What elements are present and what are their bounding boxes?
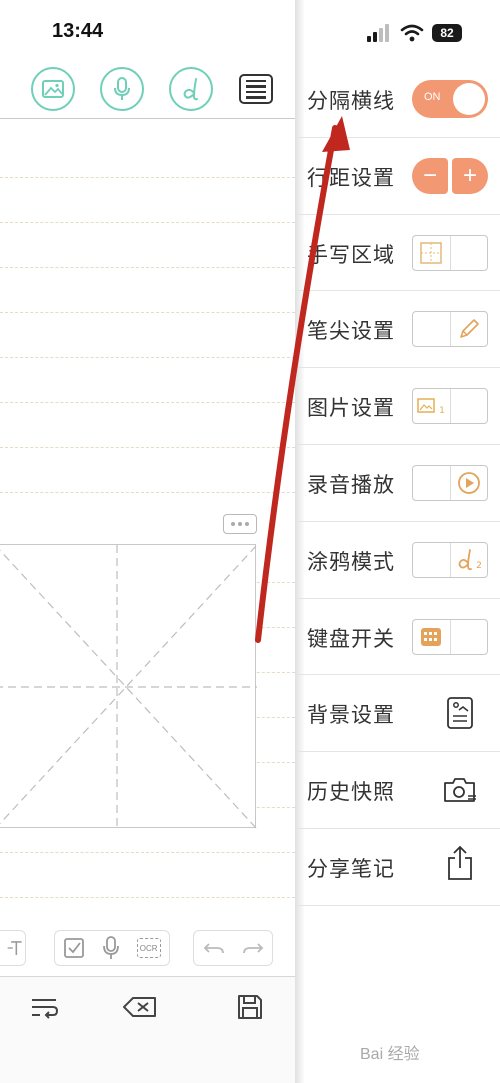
status-time: 13:44: [52, 20, 104, 42]
doodle-icon: 2: [454, 547, 484, 573]
doodle-icon: [183, 78, 198, 101]
separator-line: [0, 447, 295, 448]
image-icon: 1: [416, 393, 446, 419]
redo-icon[interactable]: [242, 939, 264, 957]
watermark: Bai 经验: [360, 1046, 420, 1063]
setting-label: 涂鸦模式: [307, 549, 395, 574]
setting-background[interactable]: 背景设置: [297, 675, 500, 753]
menu-icon: [246, 79, 266, 82]
image-settings-toggle[interactable]: 1: [412, 388, 488, 425]
note-panel: 13:44 OCR: [0, 0, 295, 1083]
undo-icon[interactable]: [203, 939, 225, 957]
line-wrap-icon: [32, 999, 59, 1019]
separator-line: [0, 402, 295, 403]
separator-line: [0, 267, 295, 268]
history-tools-group: [193, 930, 273, 966]
image-subscript: 1: [439, 406, 445, 417]
decrease-spacing-button[interactable]: −: [412, 157, 448, 194]
record-audio-button[interactable]: [100, 67, 144, 111]
keyboard-toggle[interactable]: [412, 618, 488, 655]
ellipsis-icon: [231, 522, 235, 526]
handwriting-area[interactable]: [0, 544, 258, 830]
setting-label: 分隔横线: [307, 89, 395, 113]
setting-label: 分享笔记: [307, 856, 395, 881]
toggle-state-label: ON: [424, 91, 441, 103]
pencil-icon: [454, 316, 484, 342]
setting-doodle-mode: 涂鸦模式 2: [297, 522, 500, 599]
save-icon: [238, 995, 262, 1019]
ocr-button[interactable]: OCR: [136, 938, 161, 958]
setting-image: 图片设置 1: [297, 368, 500, 445]
wifi-icon: [400, 24, 424, 42]
setting-keyboard: 键盘开关: [297, 599, 500, 676]
share-icon: [440, 843, 480, 883]
separator-line: [0, 897, 295, 898]
separator-line: [0, 222, 295, 223]
doodle-mode-toggle[interactable]: 2: [412, 541, 488, 578]
setting-label: 图片设置: [307, 396, 395, 421]
setting-label: 背景设置: [307, 703, 395, 728]
camera-icon: [440, 770, 480, 810]
backspace-button[interactable]: [122, 990, 158, 1024]
backspace-icon: [123, 997, 156, 1017]
toolbar-divider: [0, 118, 295, 119]
line-wrap-button[interactable]: [26, 990, 62, 1024]
pen-tip-toggle[interactable]: [412, 311, 488, 348]
insert-image-button[interactable]: [31, 67, 75, 111]
background-icon: [440, 693, 480, 733]
status-indicators: 82: [366, 22, 462, 44]
separator-line: [0, 492, 295, 493]
checkbox-icon[interactable]: [63, 937, 85, 959]
insert-tools-group: OCR: [54, 930, 170, 966]
settings-panel: 分隔横线 ON 行距设置 − + 手写区域 笔尖设置 图片设置 1 录音播放 涂…: [297, 61, 500, 906]
text-size-button[interactable]: [0, 930, 26, 966]
setting-label: 录音播放: [307, 472, 395, 497]
text-size-icon: [7, 941, 22, 955]
keyboard-icon: [416, 624, 446, 650]
grid-icon: [416, 240, 446, 266]
microphone-icon[interactable]: [102, 935, 120, 961]
image-icon: [42, 80, 64, 98]
setting-share-note[interactable]: 分享笔记: [297, 829, 500, 906]
setting-line-spacing: 行距设置 − +: [297, 138, 500, 215]
setting-label: 键盘开关: [307, 626, 395, 651]
play-icon: [454, 470, 484, 496]
more-options-button[interactable]: [223, 514, 257, 534]
separator-line: [0, 357, 295, 358]
signal-icon: [367, 24, 389, 42]
separator-line: [0, 852, 295, 853]
writing-guide-grid: [0, 544, 258, 830]
setting-label: 历史快照: [307, 780, 395, 805]
microphone-icon: [114, 77, 130, 100]
increase-spacing-button[interactable]: +: [452, 157, 488, 194]
line-spacing-stepper: − +: [412, 157, 488, 194]
menu-button[interactable]: [239, 74, 273, 104]
doodle-button[interactable]: [169, 67, 213, 111]
ocr-label: OCR: [139, 943, 158, 953]
toggle-knob: [453, 83, 485, 115]
handwriting-area-toggle[interactable]: [412, 234, 488, 271]
setting-pen-tip: 笔尖设置: [297, 291, 500, 369]
setting-label: 手写区域: [307, 242, 395, 267]
setting-audio-playback: 录音播放: [297, 445, 500, 522]
setting-separator-lines: 分隔横线 ON: [297, 61, 500, 138]
battery-indicator: 82: [432, 24, 462, 42]
separator-line: [0, 177, 295, 178]
separator-line: [0, 312, 295, 313]
doodle-subscript: 2: [476, 560, 482, 571]
setting-label: 笔尖设置: [307, 319, 395, 344]
audio-playback-toggle[interactable]: [412, 464, 488, 501]
setting-label: 行距设置: [307, 165, 395, 190]
save-button[interactable]: [232, 990, 268, 1024]
separator-lines-toggle[interactable]: ON: [412, 80, 488, 118]
setting-handwriting-area: 手写区域: [297, 215, 500, 292]
setting-history-snapshot[interactable]: 历史快照: [297, 752, 500, 829]
